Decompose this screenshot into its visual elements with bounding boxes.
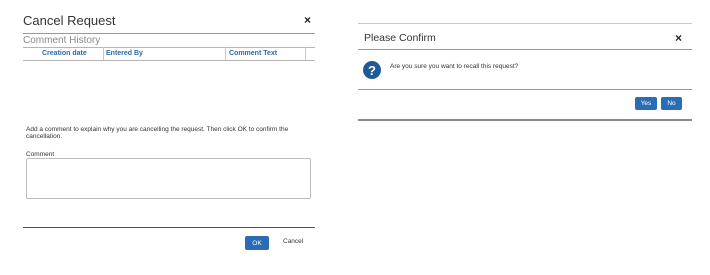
dialog-bottom-border (358, 119, 692, 121)
table-header-divider (23, 60, 315, 61)
column-header-comment-text[interactable]: Comment Text (229, 50, 277, 57)
footer-divider (358, 89, 692, 90)
dialog-title: Please Confirm (364, 32, 436, 44)
column-separator (103, 47, 104, 60)
comment-label: Comment (26, 151, 55, 158)
column-separator (225, 47, 226, 60)
confirm-dialog: Please Confirm × ? Are you sure you want… (358, 0, 698, 130)
no-button[interactable]: No (661, 97, 682, 110)
dialog-title: Cancel Request (23, 13, 116, 28)
dialog-top-border (358, 23, 692, 24)
comment-field[interactable] (26, 158, 311, 199)
column-header-entered-by[interactable]: Entered By (106, 50, 143, 57)
column-separator (305, 47, 306, 60)
ok-button[interactable]: OK (245, 236, 269, 250)
comment-history-title: Comment History (23, 35, 101, 46)
confirm-message: Are you sure you want to recall this req… (390, 63, 519, 70)
history-divider (23, 47, 315, 48)
footer-divider (23, 227, 315, 228)
close-icon[interactable]: × (304, 13, 311, 27)
close-icon[interactable]: × (675, 31, 682, 45)
cancel-button[interactable]: Cancel (283, 238, 303, 245)
instruction-text: Add a comment to explain why you are can… (26, 126, 289, 140)
yes-button[interactable]: Yes (635, 97, 657, 110)
title-divider (358, 49, 692, 50)
question-icon: ? (363, 61, 381, 79)
column-header-creation-date[interactable]: Creation date (42, 50, 87, 57)
cancel-request-dialog: Cancel Request × Comment History Creatio… (0, 0, 330, 275)
title-divider (23, 33, 315, 34)
